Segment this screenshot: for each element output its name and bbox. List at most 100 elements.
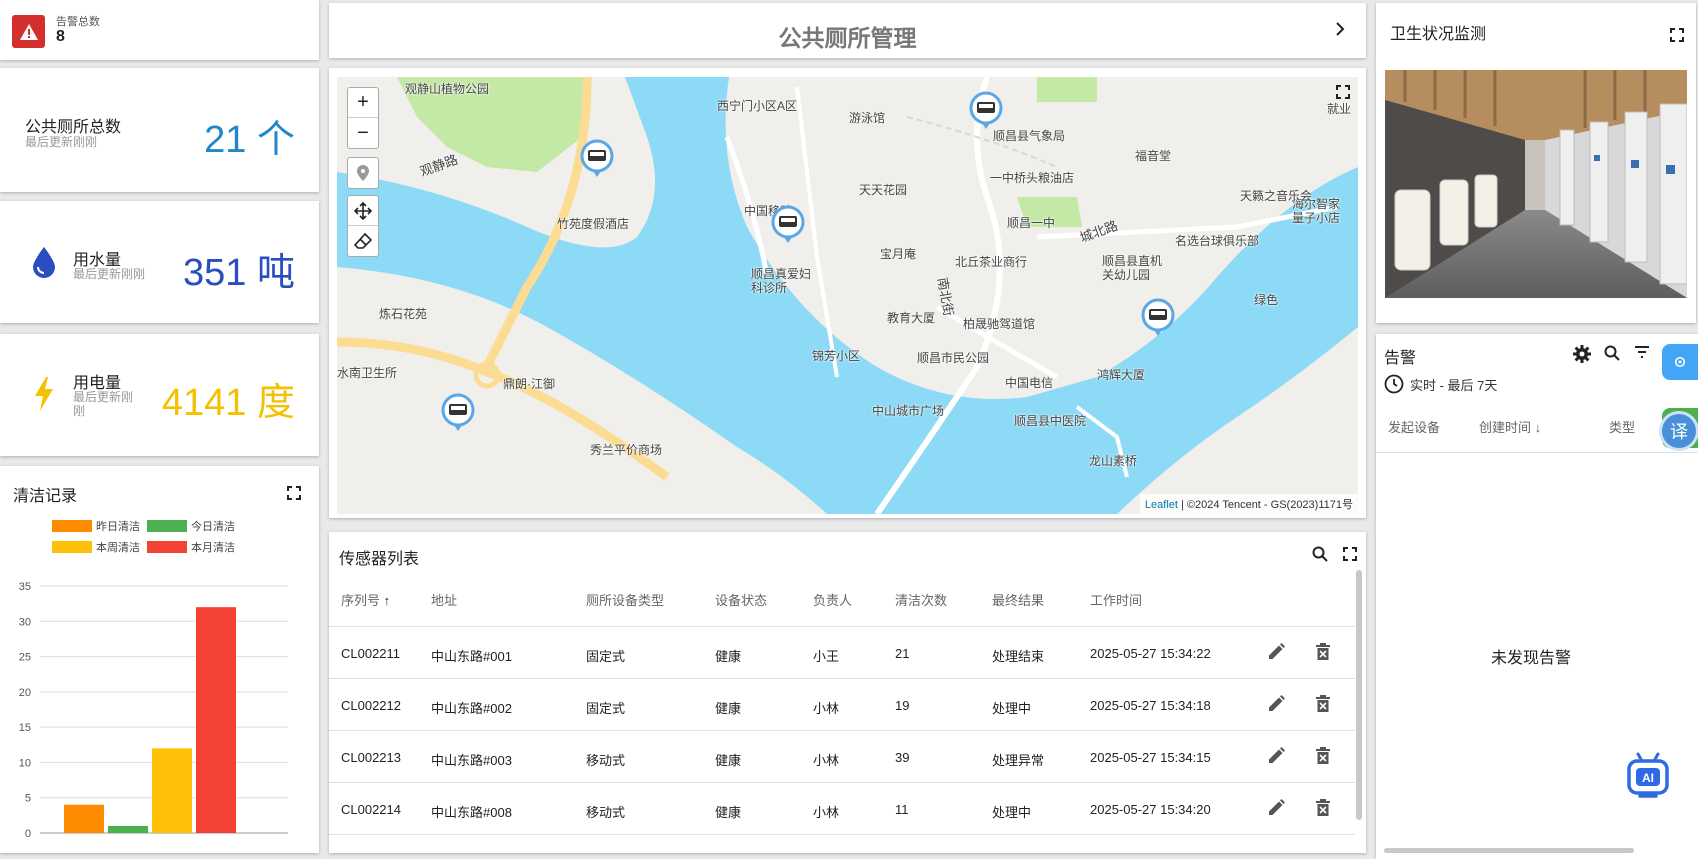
column-header-clean-count-label: 清洁次数 — [895, 593, 948, 608]
device-type-cell: 固定式 — [586, 649, 626, 664]
table-row[interactable] — [329, 834, 1355, 854]
table-row[interactable]: CL002211 中山东路#001 固定式 健康 小王 21 处理结束 2025-05-27 … — [329, 626, 1355, 678]
y-tick-label: 35 — [19, 581, 31, 593]
legend-label: 本月清洁 — [191, 540, 235, 554]
column-header-created-time[interactable]: 创建时间 ↓ — [1479, 417, 1541, 436]
alarm-time-range[interactable]: 实时 - 最后 7天 — [1384, 374, 1497, 394]
edit-icon[interactable] — [1266, 798, 1286, 823]
eraser-icon[interactable] — [348, 226, 378, 256]
device-type-cell: 移动式 — [586, 753, 626, 768]
chevron-right-icon[interactable] — [1334, 21, 1346, 42]
vertical-scrollbar[interactable] — [1356, 570, 1362, 820]
toilet-marker-icon[interactable] — [771, 205, 805, 243]
settings-icon[interactable] — [1573, 345, 1591, 368]
toilet-total-updated: 最后更新刚刚 — [25, 135, 98, 149]
column-header-work-time-label: 工作时间 — [1090, 593, 1143, 608]
toilet-marker-icon[interactable] — [580, 139, 614, 177]
y-tick-label: 20 — [19, 687, 31, 699]
ai-assistant-button[interactable]: AI — [1626, 752, 1670, 807]
zoom-control: + − — [347, 87, 379, 149]
column-header-result[interactable]: 最终结果 — [992, 590, 1044, 609]
translate-button[interactable]: 译 — [1662, 414, 1696, 448]
leaflet-link[interactable]: Leaflet — [1145, 499, 1178, 511]
result-cell: 处理中 — [992, 701, 1032, 716]
toilet-marker-icon[interactable] — [441, 393, 475, 431]
cleaning-bar-chart: 昨日清洁 今日清洁本周清洁 本月清洁 0 5 10 15 20 25 30 35 — [19, 519, 288, 840]
map-view[interactable]: 观静山植物公园 观静路 竹苑度假酒店 西宁门小区A区 游泳馆 顺昌县气象局 福音堂 一中桥头粮… — [337, 77, 1358, 514]
search-icon[interactable] — [1312, 546, 1328, 567]
column-header-serial[interactable]: 序列号 ↑ — [341, 590, 390, 609]
move-icon[interactable] — [348, 196, 378, 226]
fullscreen-icon[interactable] — [1670, 28, 1684, 47]
map-fullscreen-icon[interactable] — [1336, 85, 1350, 104]
edit-icon[interactable] — [1266, 746, 1286, 771]
map-label-xiningmen-community: 西宁门小区A区 — [717, 99, 798, 113]
table-row[interactable]: CL002213 中山东路#003 移动式 健康 小林 39 处理异常 2025-05-27 … — [329, 730, 1355, 782]
locate-button[interactable] — [347, 157, 379, 189]
toilet-marker-icon[interactable] — [969, 91, 1003, 129]
alert-count-card: 告警总数 8 — [0, 0, 319, 60]
clock-icon — [1384, 374, 1404, 394]
y-tick-label: 30 — [19, 616, 31, 628]
alert-count-label: 告警总数 — [56, 16, 100, 28]
y-tick-label: 25 — [19, 652, 31, 664]
status-cell: 健康 — [715, 805, 742, 820]
filter-icon[interactable] — [1634, 345, 1650, 364]
delete-icon[interactable] — [1315, 694, 1331, 719]
edit-icon[interactable] — [1266, 642, 1286, 667]
legend-swatch — [147, 541, 187, 553]
hygiene-monitor-card: 卫生状况监测 — [1376, 3, 1696, 323]
toilet-marker-icon[interactable] — [1141, 298, 1175, 336]
horizontal-scrollbar[interactable] — [1384, 848, 1634, 853]
map-label-gospel-hall: 福音堂 — [1135, 149, 1172, 163]
map-attribution: Leaflet | ©2024 Tencent - GS(2023)1171号 — [1139, 494, 1358, 514]
fullscreen-icon[interactable] — [287, 486, 301, 505]
toilet-total-card: 公共厕所总数 最后更新刚刚 21 个 — [0, 68, 319, 192]
legend-label: 昨日清洁 — [96, 520, 140, 533]
search-icon[interactable] — [1604, 345, 1620, 366]
water-usage-card: 用水量 最后更新刚刚 351 吨 — [0, 201, 319, 323]
column-header-clean-count[interactable]: 清洁次数 — [895, 590, 947, 609]
column-header-work-time[interactable]: 工作时间 — [1090, 590, 1142, 609]
table-row[interactable]: CL002212 中山东路#002 固定式 健康 小林 19 处理中 2025-05-27 1… — [329, 678, 1355, 730]
device-type-cell: 固定式 — [586, 701, 626, 716]
legend-swatch — [52, 541, 92, 553]
zoom-in-button[interactable]: + — [348, 88, 378, 118]
map-label-honghui-tower: 鸿辉大厦 — [1097, 368, 1146, 382]
column-header-address-label: 地址 — [431, 593, 458, 608]
status-cell: 健康 — [715, 753, 742, 768]
result-cell: 处理中 — [992, 805, 1032, 820]
map-label-no1-middle-school: 顺昌一中 — [1007, 216, 1056, 230]
clean-count-cell: 11 — [895, 802, 909, 817]
column-header-owner[interactable]: 负责人 — [813, 590, 852, 609]
cleaning-record-title: 清洁记录 — [13, 488, 78, 505]
page-title: 公共厕所管理 — [778, 25, 917, 51]
delete-icon[interactable] — [1315, 642, 1331, 667]
map-label-longshan-bridge: 龙山素桥 — [1089, 454, 1138, 468]
side-settings-button[interactable] — [1662, 344, 1698, 380]
map-label-zhenai-clinic: 顺昌真爱妇科诊所 — [751, 267, 812, 295]
map-label-baoyue-temple: 宝月庵 — [880, 247, 917, 261]
power-usage-value: 4141 度 — [161, 382, 295, 424]
column-header-device-type[interactable]: 厕所设备类型 — [586, 590, 664, 609]
serial-cell: CL002214 — [341, 802, 401, 817]
delete-icon[interactable] — [1315, 746, 1331, 771]
column-header-device[interactable]: 发起设备 — [1388, 417, 1440, 436]
zoom-out-button[interactable]: − — [348, 118, 378, 148]
column-header-address[interactable]: 地址 — [431, 590, 457, 609]
toilet-total-value: 21 个 — [204, 119, 295, 161]
owner-cell: 小林 — [813, 805, 840, 820]
column-header-status[interactable]: 设备状态 — [715, 590, 767, 609]
edit-icon[interactable] — [1266, 694, 1286, 719]
map-label-green-label: 绿色 — [1254, 293, 1279, 307]
y-tick-label: 0 — [25, 828, 31, 840]
map-label-mingxuan-billiards: 名选台球俱乐部 — [1175, 234, 1260, 248]
map-label-citizen-park: 顺昌市民公园 — [917, 351, 990, 365]
delete-icon[interactable] — [1315, 798, 1331, 823]
cleaning-record-card: 清洁记录 昨日清洁 今日清洁 本周清洁 本月清洁 0 5 10 15 20 25 30 35 — [0, 466, 319, 853]
column-header-type[interactable]: 类型 — [1609, 417, 1635, 436]
fullscreen-icon[interactable] — [1343, 547, 1357, 566]
owner-cell: 小林 — [813, 701, 840, 716]
table-row[interactable]: CL002214 中山东路#008 移动式 健康 小林 11 处理中 2025-05-27 1… — [329, 782, 1355, 834]
bar-4 — [196, 607, 236, 833]
